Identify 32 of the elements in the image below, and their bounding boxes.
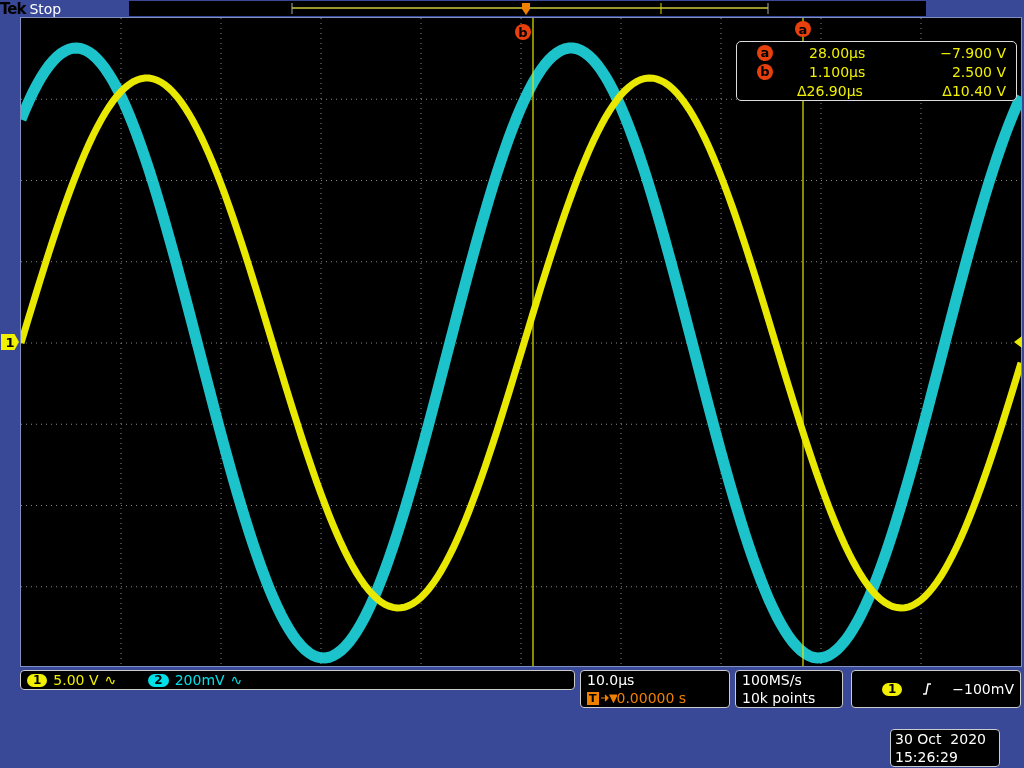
date: 30 Oct 2020 [895, 730, 987, 748]
brand-label: Tek [0, 0, 26, 18]
sample-rate: 100MS/s [742, 671, 803, 689]
rising-edge-icon [922, 683, 933, 695]
coupling-symbol: ∿ [230, 671, 243, 689]
record-length: 10k points [742, 689, 817, 707]
delta-time: Δ26.90µs [797, 82, 864, 99]
cursor-time: 28.00µs [808, 44, 867, 61]
delta-value: Δ10.40 V [941, 82, 1006, 99]
trigger-source: 1 [882, 682, 903, 696]
cursor-marker: b [757, 63, 773, 80]
channel-number: 1 [27, 673, 48, 687]
trigger-level: −100mV [952, 680, 1014, 698]
trigger-position: 0.00000 s [616, 689, 687, 707]
trigger-symbol: T [587, 691, 599, 705]
cursor-line[interactable] [802, 18, 804, 666]
channel-number: 2 [148, 673, 169, 687]
ground-marker: 1 [1, 334, 19, 350]
channel-scale: 200mV [174, 671, 225, 689]
arrow-icon [600, 693, 617, 703]
channel-scale: 5.00 V [53, 671, 99, 689]
cursor-time: 1.100µs [808, 63, 867, 80]
cursor-value: 2.500 V [950, 63, 1006, 80]
trigger-level-icon [1014, 336, 1022, 348]
time-scale: 10.0µs [587, 671, 636, 689]
cursor-value: −7.900 V [939, 44, 1006, 61]
time: 15:26:29 [895, 748, 959, 766]
cursor-marker: a [757, 44, 773, 61]
cursor-marker: b [515, 24, 531, 40]
run-status: Stop [29, 0, 63, 17]
coupling-symbol: ∿ [104, 671, 117, 689]
cursor-marker: a [795, 21, 811, 37]
